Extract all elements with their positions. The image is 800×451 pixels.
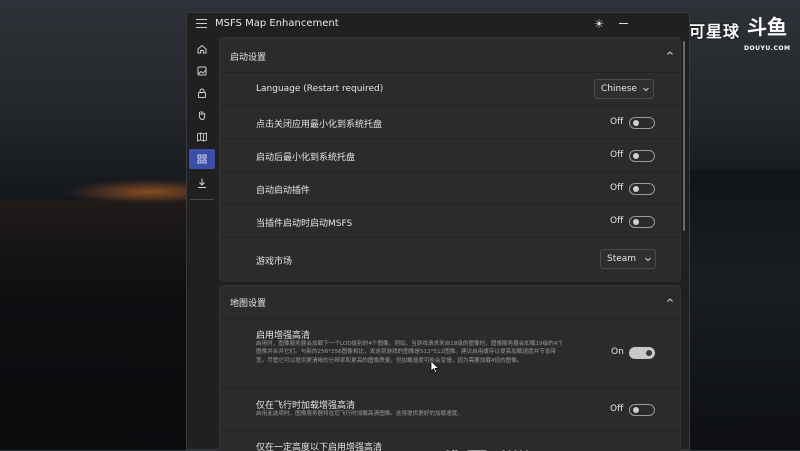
game-market-select-value: Steam	[607, 254, 637, 264]
nav-map[interactable]	[189, 127, 215, 147]
nav-apps[interactable]	[189, 149, 215, 169]
hd-enable-toggle[interactable]	[629, 347, 655, 359]
download-icon	[198, 178, 206, 188]
scrollbar[interactable]	[683, 41, 685, 231]
startup-section-title: 启动设置	[230, 53, 267, 63]
mouse-cursor-icon	[430, 360, 440, 374]
map-icon	[197, 132, 207, 142]
setting-row-game-market: 游戏市场 Steam	[220, 237, 680, 282]
home-icon	[197, 44, 207, 54]
brightness-icon[interactable]: ☀	[592, 17, 606, 31]
minimize-on-start-label: 启动后最小化到系统托盘	[256, 153, 356, 163]
game-market-label: 游戏市场	[256, 257, 293, 267]
chevron-up-icon[interactable]	[665, 295, 675, 305]
setting-row-auto-start-plugin: 自动启动插件 Off	[220, 171, 680, 205]
hd-enable-description: 启用时，图像服务器会加载下一个LOD级别的4个图像。例如，当游戏请求来自18级的…	[256, 341, 564, 364]
hand-icon	[198, 111, 206, 121]
minimize-on-start-state: Off	[610, 150, 624, 160]
setting-row-language: Language (Restart required) Chinese	[220, 72, 680, 106]
chevron-up-icon[interactable]	[665, 48, 675, 58]
sidebar-divider	[190, 199, 214, 200]
hd-flight-only-toggle[interactable]	[629, 404, 655, 416]
watermark-logo-text: 斗鱼	[747, 15, 788, 39]
sidebar	[187, 37, 217, 447]
map-section-title: 地图设置	[230, 299, 267, 309]
title-bar: MSFS Map Enhancement ☀	[187, 13, 689, 35]
chevron-down-icon	[643, 87, 649, 92]
game-market-select[interactable]: Steam	[600, 249, 656, 269]
window-title: MSFS Map Enhancement	[215, 18, 339, 29]
lock-icon	[198, 88, 206, 98]
minimize-on-close-toggle[interactable]	[629, 117, 655, 129]
language-select-value: Chinese	[601, 84, 637, 94]
setting-row-hd-altitude: 仅在一定高度以下启用增强高清 Off 10000	[220, 430, 680, 451]
minimize-on-close-label: 点击关闭应用最小化到系统托盘	[256, 120, 383, 130]
setting-row-minimize-on-close: 点击关闭应用最小化到系统托盘 Off	[220, 105, 680, 139]
minimize-button[interactable]	[619, 23, 628, 25]
startup-section-header[interactable]: 启动设置	[220, 38, 680, 72]
nav-image[interactable]	[189, 61, 215, 81]
minimize-on-close-state: Off	[610, 117, 624, 127]
setting-row-hd-enable: 启用增强高清 启用时，图像服务器会加载下一个LOD级别的4个图像。例如，当游戏请…	[220, 318, 680, 389]
watermark-logo-sub: DOUYU.COM	[744, 45, 791, 52]
start-msfs-toggle[interactable]	[629, 216, 655, 228]
start-msfs-state: Off	[610, 216, 624, 226]
language-label: Language (Restart required)	[256, 84, 384, 94]
menu-icon[interactable]	[196, 19, 207, 29]
auto-start-plugin-toggle[interactable]	[629, 183, 655, 195]
image-icon	[197, 66, 207, 76]
hd-enable-state: On	[611, 347, 624, 357]
minimize-on-start-toggle[interactable]	[629, 150, 655, 162]
background-city	[0, 200, 186, 450]
nav-home[interactable]	[189, 39, 215, 59]
setting-row-hd-flight-only: 仅在飞行时加载增强高清 启用此选项时，图像服务器将在您飞行时加载高清图像。这将提…	[220, 388, 680, 431]
setting-row-minimize-on-start: 启动后最小化到系统托盘 Off	[220, 138, 680, 172]
auto-start-plugin-label: 自动启动插件	[256, 186, 311, 196]
startup-settings-section: 启动设置 Language (Restart required) Chinese…	[219, 37, 681, 282]
language-select[interactable]: Chinese	[594, 79, 654, 99]
hd-flight-only-state: Off	[610, 404, 624, 414]
grid-icon	[197, 154, 207, 164]
settings-content: 启动设置 Language (Restart required) Chinese…	[217, 35, 689, 451]
hd-flight-only-description: 启用此选项时，图像服务器将在您飞行时加载高清图像。这将提供更好的加载速度。	[256, 411, 463, 417]
app-window: MSFS Map Enhancement ☀ 启动设置 Language (Re…	[186, 12, 690, 451]
auto-start-plugin-state: Off	[610, 183, 624, 193]
chevron-down-icon	[645, 257, 651, 262]
douyu-logo: 斗鱼 DOUYU.COM	[744, 15, 790, 52]
start-msfs-label: 当插件启动时启动MSFS	[256, 219, 353, 229]
map-settings-section: 地图设置 启用增强高清 启用时，图像服务器会加载下一个LOD级别的4个图像。例如…	[219, 285, 681, 451]
nav-download[interactable]	[189, 173, 215, 193]
map-section-header[interactable]: 地图设置	[220, 286, 680, 318]
nav-lock[interactable]	[189, 83, 215, 103]
hd-altitude-label: 仅在一定高度以下启用增强高清	[256, 443, 383, 451]
background-right	[690, 170, 800, 450]
nav-hand[interactable]	[189, 105, 215, 125]
setting-row-start-msfs: 当插件启动时启动MSFS Off	[220, 204, 680, 238]
